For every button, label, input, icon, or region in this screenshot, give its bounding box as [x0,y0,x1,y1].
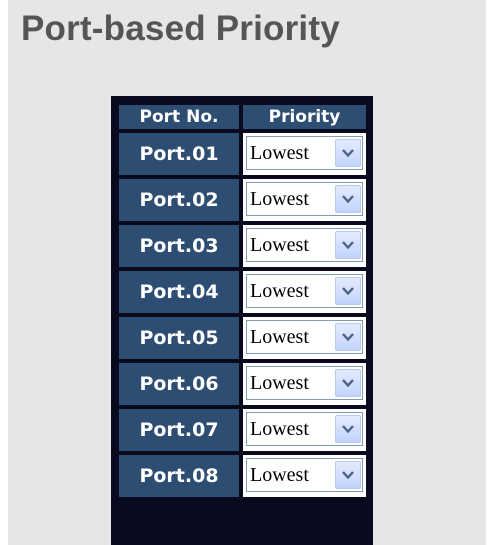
priority-cell: Lowest [243,363,366,405]
port-label: Port.02 [119,179,239,221]
priority-cell: Lowest [243,179,366,221]
chevron-down-icon [342,425,354,434]
priority-selected-value: Lowest [250,234,309,256]
page-title: Port-based Priority [21,9,340,48]
port-label: Port.05 [119,317,239,359]
table-row: Port.08 Lowest [111,455,373,497]
dropdown-button[interactable] [335,185,361,213]
table-row: Port.01 Lowest [111,133,373,175]
chevron-down-icon [342,471,354,480]
priority-selected-value: Lowest [250,464,309,486]
chevron-down-icon [342,241,354,250]
dropdown-button[interactable] [335,323,361,351]
priority-cell: Lowest [243,225,366,267]
priority-selected-value: Lowest [250,280,309,302]
dropdown-button[interactable] [335,461,361,489]
chevron-down-icon [342,149,354,158]
table-row: Port.04 Lowest [111,271,373,313]
port-priority-table: Port No. Priority Port.01 Lowest Port.02… [111,96,373,545]
priority-cell: Lowest [243,271,366,313]
priority-select[interactable]: Lowest [246,228,363,262]
priority-cell: Lowest [243,317,366,359]
port-label: Port.04 [119,271,239,313]
priority-select[interactable]: Lowest [246,320,363,354]
priority-selected-value: Lowest [250,418,309,440]
priority-cell: Lowest [243,409,366,451]
port-label: Port.07 [119,409,239,451]
dropdown-button[interactable] [335,139,361,167]
content-panel: Port-based Priority Port No. Priority Po… [8,0,486,545]
priority-select[interactable]: Lowest [246,412,363,446]
table-row: Port.06 Lowest [111,363,373,405]
priority-selected-value: Lowest [250,326,309,348]
table-row: Port.05 Lowest [111,317,373,359]
priority-selected-value: Lowest [250,372,309,394]
priority-select[interactable]: Lowest [246,136,363,170]
port-label: Port.06 [119,363,239,405]
port-label: Port.08 [119,455,239,497]
table-row: Port.03 Lowest [111,225,373,267]
port-label: Port.03 [119,225,239,267]
column-header-port-no: Port No. [119,105,239,129]
chevron-down-icon [342,195,354,204]
dropdown-button[interactable] [335,415,361,443]
priority-selected-value: Lowest [250,142,309,164]
priority-select[interactable]: Lowest [246,274,363,308]
priority-selected-value: Lowest [250,188,309,210]
priority-select[interactable]: Lowest [246,458,363,492]
chevron-down-icon [342,287,354,296]
priority-cell: Lowest [243,455,366,497]
dropdown-button[interactable] [335,369,361,397]
table-row: Port.07 Lowest [111,409,373,451]
priority-select[interactable]: Lowest [246,182,363,216]
dropdown-button[interactable] [335,277,361,305]
chevron-down-icon [342,333,354,342]
column-header-priority: Priority [243,105,366,129]
dropdown-button[interactable] [335,231,361,259]
port-label: Port.01 [119,133,239,175]
priority-select[interactable]: Lowest [246,366,363,400]
priority-cell: Lowest [243,133,366,175]
chevron-down-icon [342,379,354,388]
table-row: Port.02 Lowest [111,179,373,221]
